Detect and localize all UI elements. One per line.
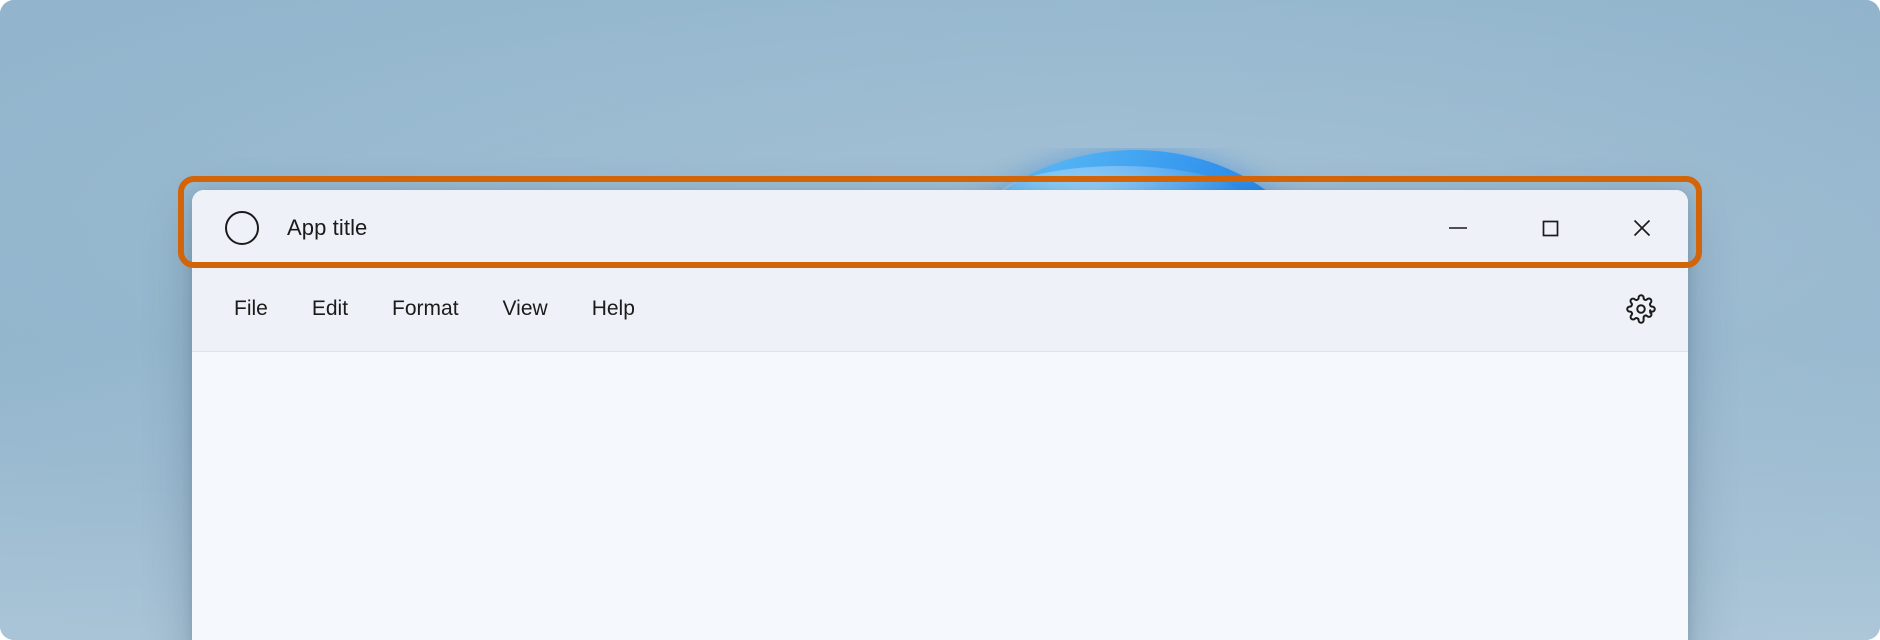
menu-item-file[interactable]: File — [212, 287, 290, 331]
title-bar-left: App title — [192, 211, 367, 245]
menu-bar: File Edit Format View Help — [192, 266, 1688, 352]
menu-item-edit[interactable]: Edit — [290, 287, 370, 331]
settings-button[interactable] — [1610, 278, 1672, 340]
close-icon — [1633, 219, 1651, 237]
window-controls — [1412, 190, 1688, 266]
app-title: App title — [287, 215, 368, 240]
title-bar[interactable]: App title — [192, 190, 1688, 266]
minimize-icon — [1449, 227, 1467, 229]
minimize-button[interactable] — [1412, 190, 1504, 266]
close-button[interactable] — [1596, 190, 1688, 266]
app-content-area[interactable] — [192, 352, 1688, 640]
menu-item-view[interactable]: View — [481, 287, 570, 331]
menu-item-help[interactable]: Help — [570, 287, 657, 331]
screen: App title File Edit Format View Help — [0, 0, 1880, 640]
menu-item-format[interactable]: Format — [370, 287, 481, 331]
app-window: App title File Edit Format View Help — [192, 190, 1688, 640]
maximize-icon — [1542, 220, 1559, 237]
circle-icon — [225, 211, 259, 245]
gear-icon — [1626, 293, 1656, 324]
maximize-button[interactable] — [1504, 190, 1596, 266]
